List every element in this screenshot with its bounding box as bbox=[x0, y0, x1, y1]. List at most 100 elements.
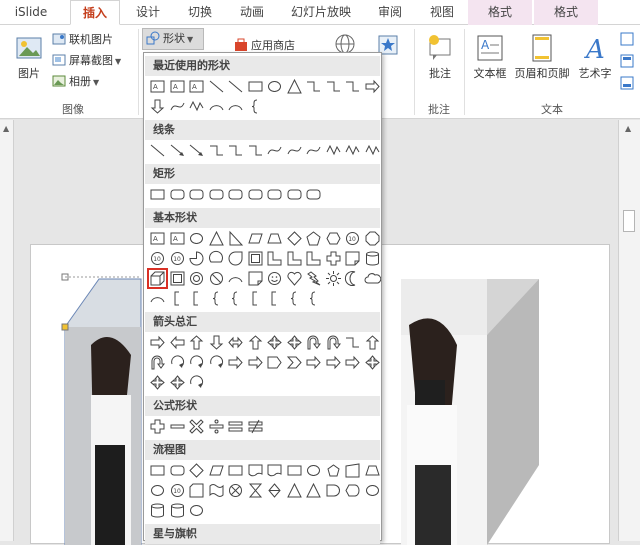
tab-format-1[interactable]: 格式 bbox=[468, 0, 532, 25]
shape-darrow-icon[interactable] bbox=[149, 98, 166, 115]
shape-arrowline-icon[interactable] bbox=[188, 142, 205, 159]
shape-tri-icon[interactable] bbox=[208, 230, 225, 247]
comment-button[interactable]: 批注 bbox=[422, 33, 458, 81]
shape-sun-icon[interactable] bbox=[325, 270, 342, 287]
shape-textbox-icon[interactable]: A bbox=[149, 78, 166, 95]
shape-larrow-icon[interactable] bbox=[169, 334, 186, 351]
tab-review[interactable]: 审阅 bbox=[368, 0, 412, 25]
shapes-button[interactable]: 形状 ▼ bbox=[142, 28, 204, 50]
shape-moon-icon[interactable] bbox=[344, 270, 361, 287]
shape-delay-icon[interactable] bbox=[325, 482, 342, 499]
shape-oval-icon[interactable] bbox=[266, 78, 283, 95]
shape-oval-icon[interactable] bbox=[149, 482, 166, 499]
shape-textbox-icon[interactable]: A bbox=[169, 230, 186, 247]
shape-rarrow-icon[interactable] bbox=[305, 354, 322, 371]
picture-button[interactable]: 图片 bbox=[10, 33, 48, 81]
shape-rarrow-icon[interactable] bbox=[344, 354, 361, 371]
shape-trap-icon[interactable] bbox=[364, 462, 381, 479]
shape-rrect-icon[interactable] bbox=[208, 186, 225, 203]
shape-rarrow-icon[interactable] bbox=[247, 354, 264, 371]
shape-doc-icon[interactable] bbox=[266, 462, 283, 479]
shape-quad-icon[interactable] bbox=[149, 374, 166, 391]
wordart-button[interactable]: A 艺术字 bbox=[574, 33, 616, 81]
shape-elbow-icon[interactable] bbox=[227, 142, 244, 159]
shape-sumj-icon[interactable] bbox=[227, 482, 244, 499]
shape-display-icon[interactable] bbox=[344, 482, 361, 499]
tab-design[interactable]: 设计 bbox=[126, 0, 170, 25]
shape-cyl-icon[interactable] bbox=[169, 502, 186, 519]
shape-tri-icon[interactable] bbox=[286, 78, 303, 95]
shape-lshape-icon[interactable] bbox=[305, 250, 322, 267]
shape-elbow-icon[interactable] bbox=[247, 142, 264, 159]
scrollbar-thumb[interactable] bbox=[623, 210, 635, 232]
shape-elbow-icon[interactable] bbox=[305, 78, 322, 95]
shape-oval-icon[interactable] bbox=[188, 502, 205, 519]
shape-circarrow-icon[interactable] bbox=[169, 354, 186, 371]
shape-rrect-icon[interactable] bbox=[247, 186, 264, 203]
shape-tag-icon[interactable]: 10 bbox=[149, 250, 166, 267]
shape-free-icon[interactable] bbox=[364, 142, 381, 159]
shape-cyl-icon[interactable] bbox=[149, 502, 166, 519]
shape-hex-icon[interactable] bbox=[325, 230, 342, 247]
shape-chord-icon[interactable] bbox=[208, 250, 225, 267]
shape-uturn-icon[interactable] bbox=[149, 354, 166, 371]
shape-tear-icon[interactable] bbox=[227, 250, 244, 267]
shape-manual-icon[interactable] bbox=[344, 462, 361, 479]
shape-rarrow-icon[interactable] bbox=[364, 78, 381, 95]
shape-rrect-icon[interactable] bbox=[286, 186, 303, 203]
shape-free-icon[interactable] bbox=[325, 142, 342, 159]
shape-tape-icon[interactable] bbox=[208, 482, 225, 499]
shape-free-icon[interactable] bbox=[188, 98, 205, 115]
shape-quad-icon[interactable] bbox=[266, 334, 283, 351]
shape-fold-icon[interactable] bbox=[247, 270, 264, 287]
textbox-button[interactable]: A 文本框 bbox=[470, 33, 510, 81]
shape-cloud-icon[interactable] bbox=[364, 270, 381, 287]
header-footer-button[interactable]: 页眉和页脚 bbox=[512, 33, 572, 81]
shape-pent-icon[interactable] bbox=[305, 230, 322, 247]
shape-uarrow-icon[interactable] bbox=[364, 334, 381, 351]
shape-tri-icon[interactable] bbox=[305, 482, 322, 499]
shape-bracket-icon[interactable] bbox=[266, 290, 283, 307]
shape-rect-icon[interactable] bbox=[227, 462, 244, 479]
shape-circarrow-icon[interactable] bbox=[188, 354, 205, 371]
shape-cube-icon-selected[interactable] bbox=[147, 268, 168, 289]
shape-free-icon[interactable] bbox=[344, 142, 361, 159]
shape-rect-icon[interactable] bbox=[149, 186, 166, 203]
shape-tri-icon[interactable] bbox=[286, 482, 303, 499]
shape-rarrow-icon[interactable] bbox=[325, 354, 342, 371]
shape-brace-icon[interactable] bbox=[227, 290, 244, 307]
shape-eq-icon[interactable] bbox=[227, 418, 244, 435]
number-button[interactable] bbox=[620, 53, 637, 71]
shape-rarrow-icon[interactable] bbox=[227, 354, 244, 371]
shape-bracket-icon[interactable] bbox=[169, 290, 186, 307]
shape-trap-icon[interactable] bbox=[266, 230, 283, 247]
shape-pentagon_s-icon[interactable] bbox=[325, 462, 342, 479]
shape-fold-icon[interactable] bbox=[344, 250, 361, 267]
shape-elbow-icon[interactable] bbox=[344, 334, 361, 351]
shape-diamond-icon[interactable] bbox=[286, 230, 303, 247]
shape-card-icon[interactable] bbox=[188, 482, 205, 499]
shape-elbow-icon[interactable] bbox=[325, 78, 342, 95]
album-button[interactable]: 相册 ▼ bbox=[52, 73, 99, 91]
shape-pie-icon[interactable] bbox=[188, 250, 205, 267]
shape-bracket-icon[interactable] bbox=[188, 290, 205, 307]
shape-oval-icon[interactable] bbox=[188, 230, 205, 247]
shape-penta-icon[interactable] bbox=[266, 354, 283, 371]
shape-minus-icon[interactable] bbox=[169, 418, 186, 435]
globe-button[interactable] bbox=[334, 33, 359, 54]
tab-transitions[interactable]: 切换 bbox=[178, 0, 222, 25]
shape-uturn-icon[interactable] bbox=[325, 334, 342, 351]
shape-tag-icon[interactable]: 10 bbox=[344, 230, 361, 247]
shape-rrect-icon[interactable] bbox=[169, 186, 186, 203]
shape-brace-icon[interactable] bbox=[208, 290, 225, 307]
tab-animations[interactable]: 动画 bbox=[230, 0, 274, 25]
shape-oval-icon[interactable] bbox=[364, 482, 381, 499]
shape-rrect-icon[interactable] bbox=[227, 186, 244, 203]
shape-brace-icon[interactable] bbox=[305, 290, 322, 307]
shape-brace-icon[interactable] bbox=[286, 290, 303, 307]
shape-diamond-icon[interactable] bbox=[188, 462, 205, 479]
shape-curve-icon[interactable] bbox=[266, 142, 283, 159]
shape-arc-icon[interactable] bbox=[208, 98, 225, 115]
shape-frame-icon[interactable] bbox=[247, 250, 264, 267]
star-button[interactable] bbox=[378, 35, 401, 55]
